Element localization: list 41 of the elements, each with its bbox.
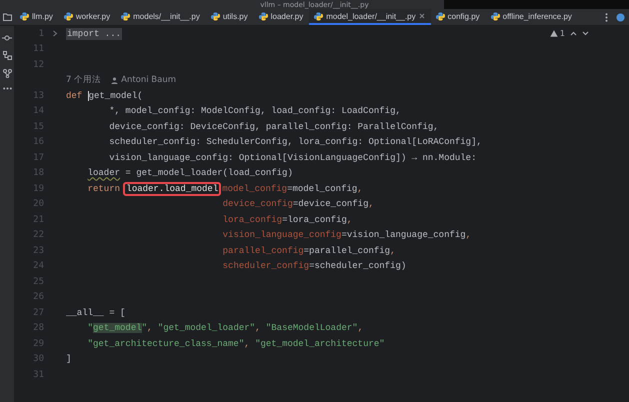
code-line: def get_model( — [66, 90, 143, 103]
code-line: scheduler_config=scheduler_config) — [222, 260, 406, 274]
usages-hint[interactable]: 7 个用法 — [66, 74, 102, 86]
code-line: device_config=device_config, — [222, 198, 374, 212]
commit-icon[interactable] — [2, 34, 12, 42]
file-tab[interactable]: loader.py — [254, 9, 310, 25]
code-line: lora_config=lora_config, — [222, 214, 352, 227]
file-tab[interactable]: worker.py — [58, 9, 116, 25]
code-line: device_config: DeviceConfig, parallel_config: ParallelConfig, — [108, 120, 439, 134]
branches-icon[interactable] — [2, 69, 12, 78]
close-tab-icon[interactable] — [418, 12, 425, 20]
code-line: scheduler_config: SchedulerConfig, lora_config: Optional[LoRAConfig], — [108, 136, 482, 150]
file-tab[interactable]: config.py — [430, 9, 486, 25]
file-tab[interactable]: llm.py — [15, 9, 59, 25]
chevron-down-icon[interactable] — [582, 31, 589, 36]
code-line: *, model_config: ModelConfig, load_config: LoadConfig, — [108, 105, 401, 118]
code-line: vision_language_config=vision_language_config, — [222, 229, 472, 242]
code-line: loader = get_model_loader(load_config) — [86, 167, 293, 180]
code-line: vision_language_config: Optional[VisionLanguageConfig]) → nn.Module: — [108, 152, 476, 165]
file-tab[interactable]: utils.py — [206, 9, 254, 25]
code-line: "get_model", "get_model_loader", "BaseModelLoader", — [86, 322, 364, 336]
code-line: ] — [66, 353, 72, 366]
code-line: "get_architecture_class_name", "get_model_architecture" — [86, 338, 385, 351]
warning-icon[interactable] — [550, 30, 558, 37]
structure-icon[interactable] — [2, 51, 12, 60]
author-hint[interactable]: Antoni Baum — [111, 75, 176, 86]
file-tab[interactable]: models/__init__.py — [116, 9, 206, 25]
code-line: return loader.load_model model_config=model_config, — [86, 182, 363, 196]
person-icon — [111, 76, 118, 84]
file-tab[interactable]: model_loader/__init__.py — [309, 9, 431, 25]
expand-chevron-icon[interactable] — [52, 30, 58, 38]
code-line: __all__ = [ — [66, 306, 126, 320]
more-tabs-icon[interactable] — [605, 12, 608, 22]
file-tab[interactable]: offline_inference.py — [486, 9, 578, 25]
folded-code: import ... — [66, 26, 122, 42]
chevron-up-icon[interactable] — [570, 31, 577, 36]
more-icon[interactable] — [2, 87, 12, 90]
warning-count[interactable]: 1 — [560, 29, 565, 38]
highlight-box: loader.load_model — [125, 184, 220, 194]
code-line: parallel_config=parallel_config, — [222, 244, 396, 258]
folder-icon[interactable] — [3, 13, 12, 21]
